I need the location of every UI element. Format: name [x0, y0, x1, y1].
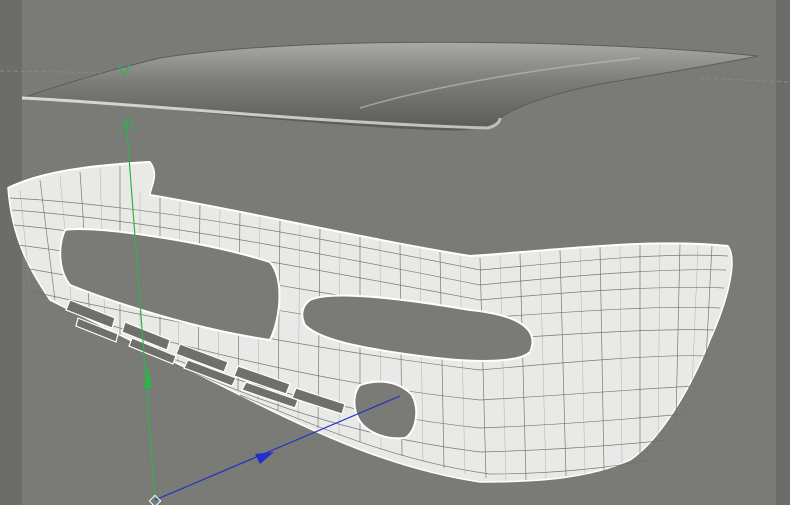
3d-viewport[interactable] — [0, 0, 790, 505]
move-arrow-right-icon[interactable] — [255, 452, 274, 464]
horizon-guide-line — [699, 77, 790, 83]
scene-canvas[interactable] — [0, 0, 790, 505]
y-axis-ghost-arrow — [119, 116, 137, 133]
hood-object[interactable] — [21, 41, 759, 131]
bumper-object[interactable] — [7, 161, 733, 483]
